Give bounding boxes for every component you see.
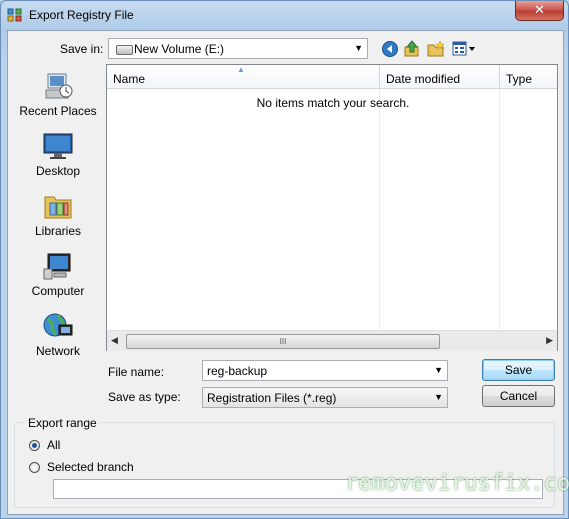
up-folder-icon[interactable]: [403, 40, 421, 58]
column-header-name[interactable]: ▲ Name: [107, 65, 380, 89]
place-recent-places[interactable]: Recent Places: [13, 67, 103, 125]
column-header-label: Name: [113, 72, 146, 86]
radio-all-label[interactable]: All: [47, 438, 60, 452]
recent-places-icon: [45, 73, 73, 99]
views-menu-icon[interactable]: [452, 40, 476, 58]
watermark-text: removevirusfix.com: [345, 471, 569, 496]
back-arrow-icon[interactable]: [381, 40, 399, 58]
save-as-type-select[interactable]: Registration Files (*.reg) ▼: [202, 387, 448, 408]
place-label: Desktop: [35, 164, 81, 178]
desktop-icon: [43, 133, 73, 159]
registry-editor-icon: [7, 8, 22, 22]
place-label: Recent Places: [19, 104, 97, 118]
window-title: Export Registry File: [29, 8, 134, 22]
export-range-title: Export range: [25, 416, 100, 430]
scroll-thumb[interactable]: III: [126, 334, 440, 349]
title-bar[interactable]: Export Registry File ✕: [1, 1, 568, 29]
scroll-grip: III: [279, 337, 287, 346]
places-bar: Recent Places Desktop Libraries Computer…: [13, 64, 103, 358]
file-name-label: File name:: [108, 365, 165, 379]
file-name-input[interactable]: reg-backup ▼: [202, 360, 448, 381]
libraries-icon: [44, 196, 72, 219]
scroll-left-icon[interactable]: ◀: [111, 335, 118, 346]
column-divider: [499, 89, 500, 329]
place-libraries[interactable]: Libraries: [13, 187, 103, 245]
column-header-label: Type: [506, 72, 533, 86]
computer-icon: [43, 253, 71, 280]
cancel-button[interactable]: Cancel: [482, 385, 555, 407]
radio-selected-dot: [32, 443, 37, 448]
place-desktop[interactable]: Desktop: [13, 127, 103, 185]
scroll-right-icon[interactable]: ▶: [546, 335, 553, 346]
place-network[interactable]: Network: [13, 307, 103, 365]
chevron-down-icon[interactable]: ▼: [434, 365, 443, 375]
column-header-type[interactable]: Type: [500, 65, 557, 89]
radio-selected-branch-label[interactable]: Selected branch: [47, 460, 134, 474]
dialog-window: Export Registry File ✕ Save in: New Volu…: [0, 0, 569, 519]
network-icon: [43, 313, 73, 337]
radio-all[interactable]: [29, 440, 40, 451]
sort-arrow-icon: ▲: [237, 65, 245, 74]
file-list[interactable]: ▲ Name Date modified Type No items match…: [106, 64, 558, 351]
chevron-down-icon[interactable]: ▼: [434, 392, 443, 402]
place-computer[interactable]: Computer: [13, 247, 103, 305]
chevron-down-icon[interactable]: ▼: [354, 43, 363, 53]
column-divider: [379, 89, 380, 329]
column-header-date-modified[interactable]: Date modified: [380, 65, 500, 89]
save-button[interactable]: Save: [482, 359, 555, 381]
close-button[interactable]: ✕: [515, 1, 564, 21]
place-label: Computer: [31, 284, 85, 298]
save-in-label: Save in:: [60, 42, 104, 56]
place-label: Network: [35, 344, 80, 358]
dialog-body: Save in: New Volume (E:) ▼ Recent Places…: [7, 30, 564, 515]
close-icon: ✕: [534, 2, 545, 17]
save-in-combo[interactable]: New Volume (E:) ▼: [108, 38, 368, 59]
save-as-type-label: Save as type:: [108, 390, 181, 404]
save-in-value: New Volume (E:): [134, 42, 225, 56]
radio-selected-branch[interactable]: [29, 462, 40, 473]
file-name-value: reg-backup: [207, 364, 268, 378]
horizontal-scrollbar[interactable]: ◀ III ▶: [107, 330, 557, 351]
drive-icon: [116, 45, 133, 55]
empty-message: No items match your search.: [256, 96, 410, 110]
column-header-label: Date modified: [386, 72, 461, 86]
save-as-type-value: Registration Files (*.reg): [207, 391, 337, 405]
new-folder-icon[interactable]: [427, 40, 445, 58]
place-label: Libraries: [34, 224, 82, 238]
